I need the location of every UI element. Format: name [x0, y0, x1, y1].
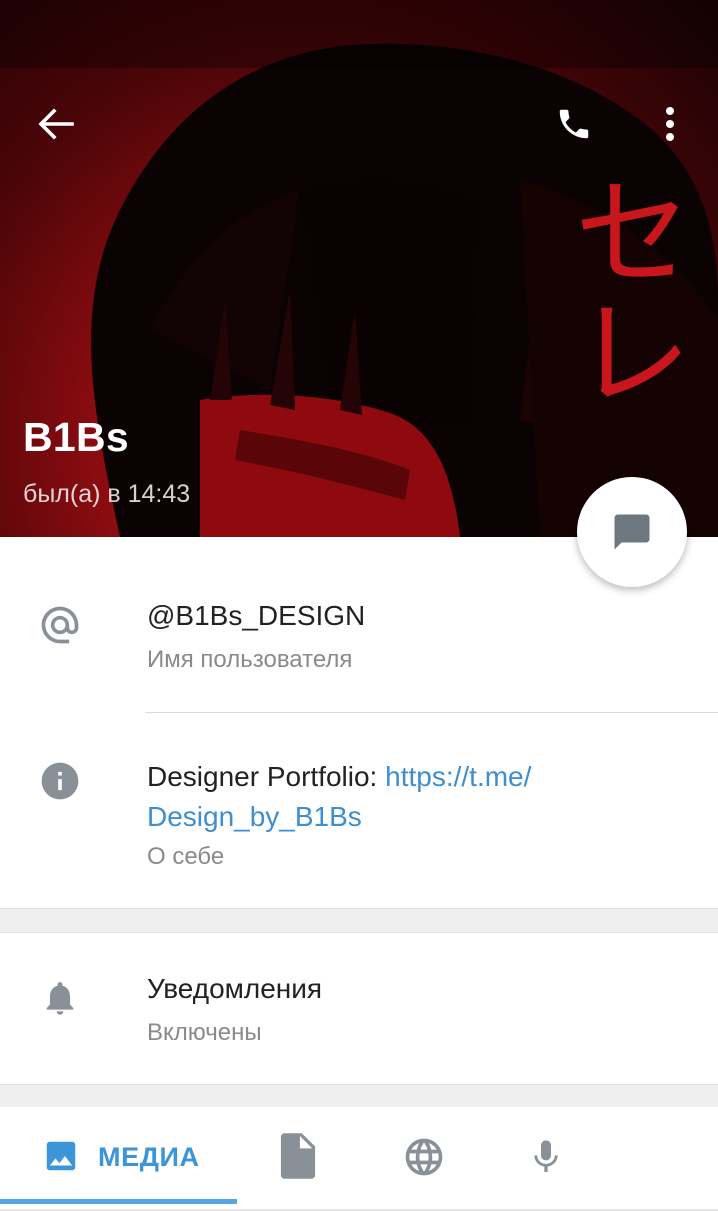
- status-bar: [0, 0, 718, 68]
- notifications-value: Включены: [147, 1019, 262, 1046]
- tab-voice[interactable]: [512, 1127, 582, 1187]
- tab-media[interactable]: МЕДИА: [0, 1107, 237, 1204]
- profile-name: B1Bs: [23, 414, 130, 460]
- notifications-title: Уведомления: [147, 973, 323, 1004]
- microphone-icon: [534, 1140, 558, 1172]
- phone-icon: [559, 109, 589, 139]
- tab-links[interactable]: [390, 1127, 460, 1187]
- tab-media-label: МЕДИА: [98, 1142, 200, 1172]
- profile-header: セレ B1Bs был(а) в 14:43: [0, 0, 718, 537]
- banner-japanese-text: セレ: [552, 170, 691, 410]
- info-section: @B1Bs_DESIGN Имя пользователя Designer P…: [0, 537, 718, 909]
- username-label: Имя пользователя: [147, 646, 353, 673]
- more-vert-icon: [666, 107, 674, 141]
- tab-active-indicator: [0, 1199, 237, 1204]
- bell-icon: [46, 982, 74, 1015]
- media-tabs-bar: МЕДИА: [0, 1107, 718, 1211]
- bio-link-part1[interactable]: https://t.me/: [385, 761, 531, 792]
- info-icon: [41, 762, 79, 800]
- arrow-left-icon: [38, 108, 74, 140]
- username-value: @B1Bs_DESIGN: [147, 600, 366, 631]
- globe-icon: [405, 1138, 443, 1176]
- tab-files[interactable]: [265, 1127, 335, 1187]
- more-menu-button[interactable]: [650, 100, 690, 148]
- message-fab-button[interactable]: [577, 477, 687, 587]
- bio-row[interactable]: Designer Portfolio: https://t.me/Design_…: [0, 713, 718, 908]
- bio-link-part2[interactable]: Design_by_B1Bs: [147, 801, 362, 832]
- file-icon: [280, 1133, 316, 1179]
- notifications-section[interactable]: Уведомления Включены: [0, 932, 718, 1085]
- bio-description: Designer Portfolio:: [147, 761, 378, 792]
- last-seen-status: был(а) в 14:43: [23, 480, 191, 508]
- chat-bubble-icon: [614, 514, 650, 550]
- bio-label: О себе: [147, 843, 225, 870]
- bio-text: Designer Portfolio: https://t.me/Design_…: [147, 757, 667, 837]
- back-button[interactable]: [28, 100, 84, 148]
- at-sign-icon: [41, 606, 79, 644]
- call-button[interactable]: [548, 100, 600, 148]
- image-icon: [46, 1141, 76, 1171]
